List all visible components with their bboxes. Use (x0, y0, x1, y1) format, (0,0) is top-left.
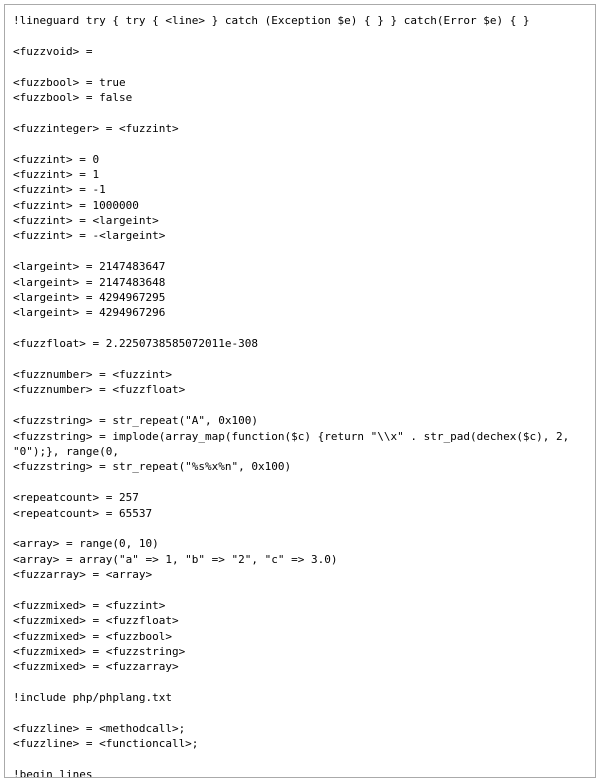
code-line (13, 752, 587, 767)
code-line: <array> = array("a" => 1, "b" => "2", "c… (13, 552, 587, 567)
code-line (13, 352, 587, 367)
code-line: <fuzznumber> = <fuzzfloat> (13, 382, 587, 397)
code-line: !begin lines (13, 767, 587, 778)
code-line: <fuzzint> = 0 (13, 152, 587, 167)
code-line: <repeatcount> = 257 (13, 490, 587, 505)
code-line: <largeint> = 2147483647 (13, 259, 587, 274)
code-line: <largeint> = 4294967296 (13, 305, 587, 320)
code-line (13, 675, 587, 690)
code-line (13, 59, 587, 74)
code-line: <largeint> = 4294967295 (13, 290, 587, 305)
code-line: <fuzznumber> = <fuzzint> (13, 367, 587, 382)
code-line (13, 28, 587, 43)
code-line (13, 582, 587, 597)
code-line: <fuzzmixed> = <fuzzint> (13, 598, 587, 613)
code-line (13, 244, 587, 259)
code-line: <fuzzbool> = true (13, 75, 587, 90)
code-line: <fuzzstring> = implode(array_map(functio… (13, 429, 587, 460)
code-line: <fuzzarray> = <array> (13, 567, 587, 582)
code-line (13, 321, 587, 336)
code-line (13, 398, 587, 413)
code-line: <fuzzline> = <functioncall>; (13, 736, 587, 751)
code-line: <fuzzbool> = false (13, 90, 587, 105)
code-line: <fuzzfloat> = 2.2250738585072011e-308 (13, 336, 587, 351)
code-line: <fuzzint> = -<largeint> (13, 228, 587, 243)
code-line: <fuzzline> = <methodcall>; (13, 721, 587, 736)
code-line: <fuzzint> = <largeint> (13, 213, 587, 228)
code-line: <fuzzvoid> = (13, 44, 587, 59)
code-line: <fuzzmixed> = <fuzzarray> (13, 659, 587, 674)
code-line: <fuzzint> = 1 (13, 167, 587, 182)
code-line: <fuzzmixed> = <fuzzbool> (13, 629, 587, 644)
code-line: <fuzzint> = 1000000 (13, 198, 587, 213)
code-line (13, 475, 587, 490)
code-line: <fuzzinteger> = <fuzzint> (13, 121, 587, 136)
code-line (13, 521, 587, 536)
code-line (13, 105, 587, 120)
code-line: <fuzzstring> = str_repeat("%s%x%n", 0x10… (13, 459, 587, 474)
code-line: !include php/phplang.txt (13, 690, 587, 705)
code-line: <fuzzstring> = str_repeat("A", 0x100) (13, 413, 587, 428)
code-line (13, 706, 587, 721)
code-line: <repeatcount> = 65537 (13, 506, 587, 521)
code-line: <array> = range(0, 10) (13, 536, 587, 551)
code-line (13, 136, 587, 151)
code-line: <fuzzint> = -1 (13, 182, 587, 197)
code-line: !lineguard try { try { <line> } catch (E… (13, 13, 587, 28)
code-line: <largeint> = 2147483648 (13, 275, 587, 290)
code-line: <fuzzmixed> = <fuzzstring> (13, 644, 587, 659)
code-viewer[interactable]: !lineguard try { try { <line> } catch (E… (4, 4, 596, 778)
code-line: <fuzzmixed> = <fuzzfloat> (13, 613, 587, 628)
